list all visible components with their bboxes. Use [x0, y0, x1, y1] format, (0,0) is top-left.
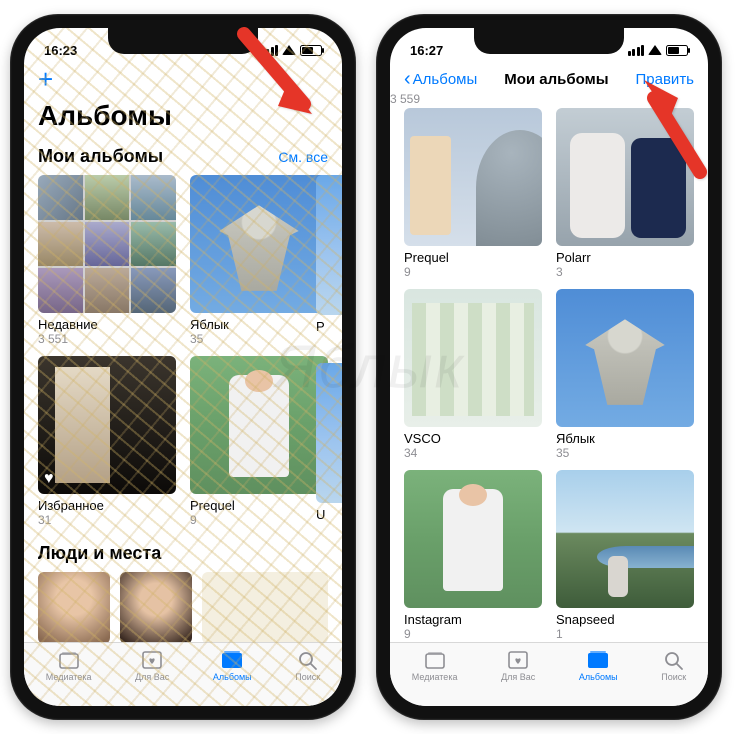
tab-library[interactable]: Медиатека [412, 649, 458, 682]
places-map-tile[interactable] [202, 572, 328, 642]
album-count: 3 [556, 265, 694, 279]
album-item[interactable]: VSCO 34 [404, 289, 542, 460]
nav-title: Мои альбомы [504, 71, 608, 88]
battery-icon [666, 45, 688, 56]
album-name: Яблык [556, 431, 694, 446]
status-time: 16:27 [410, 43, 443, 58]
library-icon [423, 649, 447, 671]
search-icon [662, 649, 686, 671]
tab-bar: Медиатека Для Вас Альбомы Поиск [390, 642, 708, 706]
album-count: 9 [404, 265, 542, 279]
album-name: Instagram [404, 612, 542, 627]
signal-icon [628, 45, 645, 56]
annotation-arrow-edit [630, 72, 720, 187]
album-count: 35 [556, 446, 694, 460]
album-name: VSCO [404, 431, 542, 446]
album-name: Snapseed [556, 612, 694, 627]
back-button[interactable]: ‹ Альбомы [404, 71, 477, 88]
tab-albums[interactable]: Альбомы [579, 649, 618, 682]
annotation-arrow-see-all [232, 26, 322, 141]
tab-search[interactable]: Поиск [661, 649, 686, 682]
album-item[interactable]: Snapseed 1 [556, 470, 694, 641]
album-count: 34 [404, 446, 542, 460]
album-count: 9 [404, 627, 542, 641]
album-item[interactable]: Instagram 9 [404, 470, 542, 641]
album-item[interactable]: Яблык 35 [556, 289, 694, 460]
album-count: 1 [556, 627, 694, 641]
heart-square-icon [506, 649, 530, 671]
albums-icon [586, 649, 610, 671]
tab-for-you[interactable]: Для Вас [501, 649, 535, 682]
album-name: Polarr [556, 250, 694, 265]
album-item[interactable]: Prequel 9 [404, 108, 542, 279]
album-name: Prequel [404, 250, 542, 265]
scroll-remnant-count: 3 559 [390, 94, 420, 106]
wifi-icon [648, 45, 662, 55]
notch [474, 28, 624, 54]
